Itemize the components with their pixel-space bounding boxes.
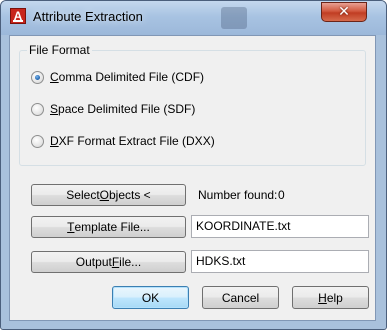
- template-file-accel: T: [67, 220, 75, 234]
- radio-dxx[interactable]: DXF Format Extract File (DXX): [31, 133, 215, 149]
- output-file-input[interactable]: HDKS.txt: [191, 250, 369, 273]
- radio-sdf[interactable]: Space Delimited File (SDF): [31, 101, 195, 117]
- help-accel: H: [318, 290, 327, 305]
- select-objects-pre: Select: [66, 188, 100, 202]
- select-objects-accel: O: [99, 188, 109, 202]
- app-icon-glyph: A: [13, 9, 23, 23]
- radio-sdf-accel: S: [50, 102, 59, 116]
- number-found-label: Number found:: [198, 188, 278, 202]
- help-post: elp: [326, 290, 343, 305]
- radio-sdf-label: Space Delimited File (SDF): [50, 102, 195, 116]
- radio-dxx-label: DXF Format Extract File (DXX): [50, 134, 215, 148]
- radio-dxx-post: XF Format Extract File (DXX): [58, 134, 215, 148]
- ok-button[interactable]: OK: [112, 286, 189, 309]
- radio-cdf[interactable]: Comma Delimited File (CDF): [31, 69, 204, 85]
- titlebar-background-glyph: [221, 7, 247, 29]
- cancel-button[interactable]: Cancel: [202, 286, 279, 309]
- title-bar[interactable]: A Attribute Extraction ✕: [1, 1, 386, 35]
- window-title: Attribute Extraction: [33, 9, 143, 24]
- ok-button-label: OK: [141, 290, 160, 305]
- radio-sdf-post: pace Delimited File (SDF): [58, 102, 196, 116]
- autocad-app-icon: A: [10, 8, 26, 24]
- file-format-label: File Format: [27, 43, 92, 57]
- number-found-value: 0: [278, 188, 285, 202]
- dialog-client-area: File Format Comma Delimited File (CDF) S…: [9, 35, 376, 321]
- template-file-button[interactable]: Template File...: [31, 216, 186, 238]
- radio-cdf-button[interactable]: [31, 70, 44, 84]
- output-file-post: ile...: [119, 255, 142, 269]
- radio-cdf-post: omma Delimited File (CDF): [58, 70, 205, 84]
- output-file-pre: Output: [75, 255, 112, 269]
- output-file-accel: F: [111, 255, 120, 269]
- select-objects-post: bjects <: [109, 188, 151, 202]
- help-button[interactable]: Help: [292, 286, 369, 309]
- radio-cdf-label: Comma Delimited File (CDF): [50, 70, 204, 84]
- close-button[interactable]: ✕: [321, 2, 367, 22]
- dialog-window: A Attribute Extraction ✕ File Format Com…: [0, 0, 387, 330]
- radio-dxx-accel: D: [50, 134, 59, 148]
- template-file-input[interactable]: KOORDINATE.txt: [191, 215, 369, 238]
- output-file-button[interactable]: Output File...: [31, 251, 186, 273]
- radio-dxx-button[interactable]: [31, 134, 44, 148]
- template-file-post: emplate File...: [74, 220, 150, 234]
- cancel-button-label: Cancel: [221, 290, 260, 305]
- radio-cdf-accel: C: [50, 70, 59, 84]
- file-format-group: File Format Comma Delimited File (CDF) S…: [19, 43, 366, 166]
- select-objects-button[interactable]: Select Objects <: [31, 184, 186, 206]
- close-icon: ✕: [338, 3, 350, 19]
- radio-sdf-button[interactable]: [31, 102, 44, 116]
